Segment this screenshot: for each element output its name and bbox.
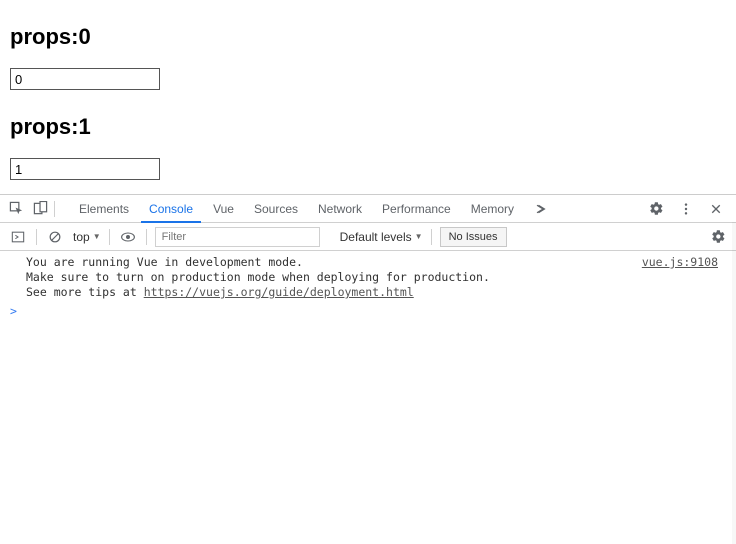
device-toolbar-icon[interactable] bbox=[30, 199, 50, 219]
console-line-3-link[interactable]: https://vuejs.org/guide/deployment.html bbox=[144, 285, 414, 299]
heading-props-0: props:0 bbox=[10, 24, 726, 50]
tab-memory[interactable]: Memory bbox=[461, 195, 524, 222]
devtools-tabbar: Elements Console Vue Sources Network Per… bbox=[0, 195, 736, 223]
tab-console[interactable]: Console bbox=[139, 195, 203, 222]
tab-network[interactable]: Network bbox=[308, 195, 372, 222]
console-filter-input[interactable] bbox=[155, 227, 320, 247]
console-body[interactable]: vue.js:9108 You are running Vue in devel… bbox=[0, 251, 736, 544]
kebab-menu-icon[interactable] bbox=[676, 199, 696, 219]
devtools-panel: Elements Console Vue Sources Network Per… bbox=[0, 194, 736, 544]
log-levels-label: Default levels bbox=[340, 230, 412, 244]
input-props-0[interactable] bbox=[10, 68, 160, 90]
console-line-2: Make sure to turn on production mode whe… bbox=[26, 270, 490, 284]
live-expression-icon[interactable] bbox=[118, 227, 138, 247]
console-sidebar-toggle-icon[interactable] bbox=[8, 227, 28, 247]
divider bbox=[109, 229, 110, 245]
divider bbox=[36, 229, 37, 245]
context-selector[interactable]: top ▼ bbox=[73, 230, 101, 244]
tab-elements[interactable]: Elements bbox=[69, 195, 139, 222]
heading-props-1: props:1 bbox=[10, 114, 726, 140]
issues-button-label: No Issues bbox=[449, 231, 498, 243]
divider bbox=[431, 229, 432, 245]
message-source-link[interactable]: vue.js:9108 bbox=[642, 255, 718, 270]
console-line-1: You are running Vue in development mode. bbox=[26, 255, 303, 269]
input-props-1[interactable] bbox=[10, 158, 160, 180]
chevron-down-icon: ▼ bbox=[93, 232, 101, 241]
clear-console-icon[interactable] bbox=[45, 227, 65, 247]
inspect-element-icon[interactable] bbox=[6, 199, 26, 219]
tab-more-icon[interactable] bbox=[524, 195, 556, 222]
context-selector-label: top bbox=[73, 230, 90, 244]
page-content: props:0 props:1 bbox=[0, 0, 736, 190]
tab-vue[interactable]: Vue bbox=[203, 195, 244, 222]
console-prompt[interactable]: > bbox=[10, 304, 730, 319]
tab-sources[interactable]: Sources bbox=[244, 195, 308, 222]
console-toolbar: top ▼ Default levels ▼ No Issues bbox=[0, 223, 736, 251]
console-message: You are running Vue in development mode.… bbox=[10, 255, 730, 300]
console-settings-icon[interactable] bbox=[708, 227, 728, 247]
issues-button[interactable]: No Issues bbox=[440, 227, 507, 247]
devtools-tabs: Elements Console Vue Sources Network Per… bbox=[69, 195, 556, 222]
settings-icon[interactable] bbox=[646, 199, 666, 219]
log-levels-selector[interactable]: Default levels ▼ bbox=[340, 230, 423, 244]
vertical-scrollbar[interactable] bbox=[732, 222, 736, 544]
tab-performance[interactable]: Performance bbox=[372, 195, 461, 222]
chevron-down-icon: ▼ bbox=[415, 232, 423, 241]
console-line-3-prefix: See more tips at bbox=[26, 285, 144, 299]
close-devtools-icon[interactable] bbox=[706, 199, 726, 219]
divider bbox=[54, 201, 55, 217]
divider bbox=[146, 229, 147, 245]
